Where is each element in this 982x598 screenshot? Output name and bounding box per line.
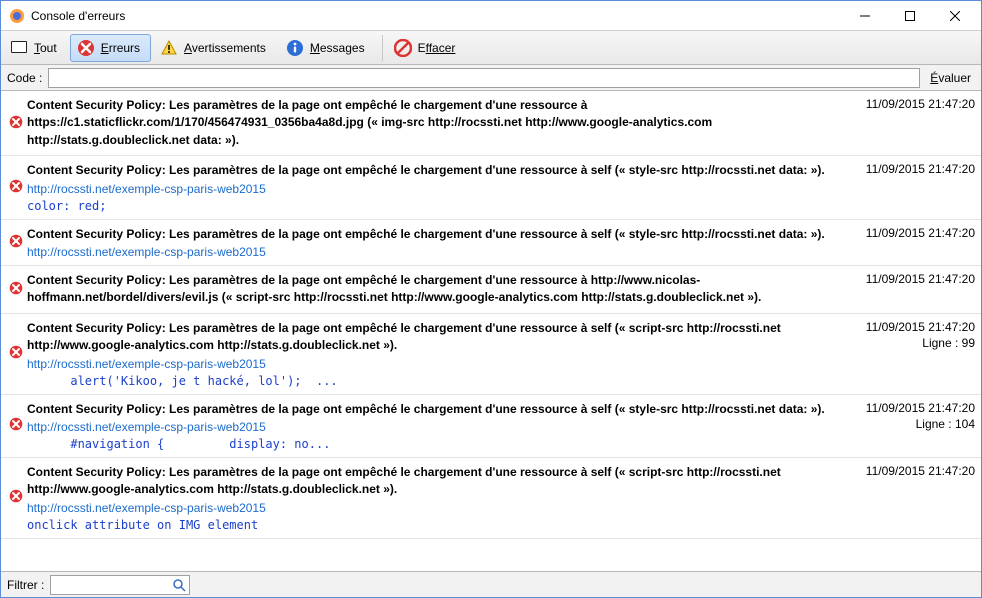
evaluate-button[interactable]: Évaluer (926, 68, 975, 88)
minimize-button[interactable] (842, 2, 887, 30)
search-icon (172, 578, 186, 592)
clear-icon (394, 39, 412, 57)
entry-gutter (5, 401, 27, 451)
entry-line: Ligne : 99 (845, 336, 975, 350)
entry-gutter (5, 272, 27, 307)
entry-body: Content Security Policy: Les paramètres … (27, 226, 845, 259)
code-label: Code : (7, 71, 42, 85)
entry-gutter (5, 464, 27, 532)
entry-body: Content Security Policy: Les paramètres … (27, 401, 845, 451)
entry-link[interactable]: http://rocssti.net/exemple-csp-paris-web… (27, 420, 845, 434)
entry-body: Content Security Policy: Les paramètres … (27, 162, 845, 212)
toolbar-separator (382, 35, 383, 61)
entry-message: Content Security Policy: Les paramètres … (27, 162, 845, 179)
terminal-icon (10, 39, 28, 57)
entry-message: Content Security Policy: Les paramètres … (27, 97, 845, 149)
entry-gutter (5, 320, 27, 388)
entry-timestamp: 11/09/2015 21:47:20 (845, 272, 975, 286)
entry-code: #navigation { display: no... (27, 437, 845, 451)
error-icon (9, 489, 23, 506)
entry-body: Content Security Policy: Les paramètres … (27, 464, 845, 532)
error-icon (9, 345, 23, 362)
error-icon (77, 39, 95, 57)
entry-link[interactable]: http://rocssti.net/exemple-csp-paris-web… (27, 357, 845, 371)
filter-input[interactable] (50, 575, 190, 595)
titlebar: Console d'erreurs (1, 1, 981, 31)
console-entries[interactable]: Content Security Policy: Les paramètres … (1, 91, 981, 571)
entry-link[interactable]: http://rocssti.net/exemple-csp-paris-web… (27, 245, 845, 259)
error-icon (9, 281, 23, 298)
entry-code: alert('Kikoo, je t hacké, lol'); ... (27, 374, 845, 388)
maximize-button[interactable] (887, 2, 932, 30)
clear-button[interactable]: Effacer (387, 34, 467, 62)
entry-message: Content Security Policy: Les paramètres … (27, 401, 845, 418)
entry-gutter (5, 226, 27, 259)
tab-warnings[interactable]: Avertissements (153, 34, 277, 62)
console-entry[interactable]: Content Security Policy: Les paramètres … (1, 220, 981, 266)
entry-body: Content Security Policy: Les paramètres … (27, 272, 845, 307)
error-icon (9, 179, 23, 196)
entry-timestamp: 11/09/2015 21:47:20 (845, 162, 975, 176)
entry-meta: 11/09/2015 21:47:20 Ligne : 99 (845, 320, 975, 388)
error-icon (9, 417, 23, 434)
tab-all[interactable]: Tout (3, 34, 68, 62)
entry-message: Content Security Policy: Les paramètres … (27, 272, 845, 307)
entry-meta: 11/09/2015 21:47:20 (845, 226, 975, 259)
window-title: Console d'erreurs (31, 9, 842, 23)
entry-message: Content Security Policy: Les paramètres … (27, 320, 845, 355)
entry-gutter (5, 97, 27, 149)
entry-body: Content Security Policy: Les paramètres … (27, 320, 845, 388)
console-entry[interactable]: Content Security Policy: Les paramètres … (1, 314, 981, 395)
entry-timestamp: 11/09/2015 21:47:20 (845, 320, 975, 334)
console-entry[interactable]: Content Security Policy: Les paramètres … (1, 395, 981, 458)
entry-timestamp: 11/09/2015 21:47:20 (845, 226, 975, 240)
code-bar: Code : Évaluer (1, 65, 981, 91)
entry-meta: 11/09/2015 21:47:20 Ligne : 104 (845, 401, 975, 451)
filter-label: Filtrer : (7, 578, 44, 592)
warning-icon (160, 39, 178, 57)
console-entry[interactable]: Content Security Policy: Les paramètres … (1, 266, 981, 314)
entry-code: color: red; (27, 199, 845, 213)
tab-errors-label: Erreurs (101, 41, 140, 55)
console-entry[interactable]: Content Security Policy: Les paramètres … (1, 458, 981, 539)
entry-message: Content Security Policy: Les paramètres … (27, 226, 845, 243)
entry-message: Content Security Policy: Les paramètres … (27, 464, 845, 499)
tab-messages-label: Messages (310, 41, 365, 55)
entry-meta: 11/09/2015 21:47:20 (845, 272, 975, 307)
error-icon (9, 234, 23, 251)
toolbar: Tout Erreurs Avertissements Messages Eff… (1, 31, 981, 65)
entry-timestamp: 11/09/2015 21:47:20 (845, 464, 975, 478)
error-icon (9, 115, 23, 132)
filter-input-wrap (50, 575, 190, 595)
window-controls (842, 2, 977, 30)
entry-timestamp: 11/09/2015 21:47:20 (845, 401, 975, 415)
console-entry[interactable]: Content Security Policy: Les paramètres … (1, 156, 981, 219)
entry-line: Ligne : 104 (845, 417, 975, 431)
entry-meta: 11/09/2015 21:47:20 (845, 97, 975, 149)
filter-bar: Filtrer : (1, 571, 981, 597)
entry-body: Content Security Policy: Les paramètres … (27, 97, 845, 149)
close-button[interactable] (932, 2, 977, 30)
entry-gutter (5, 162, 27, 212)
console-entry[interactable]: Content Security Policy: Les paramètres … (1, 91, 981, 156)
info-icon (286, 39, 304, 57)
app-icon (9, 8, 25, 24)
tab-warnings-label: Avertissements (184, 41, 266, 55)
tab-all-label: Tout (34, 41, 57, 55)
tab-errors[interactable]: Erreurs (70, 34, 151, 62)
entry-link[interactable]: http://rocssti.net/exemple-csp-paris-web… (27, 501, 845, 515)
entry-timestamp: 11/09/2015 21:47:20 (845, 97, 975, 111)
clear-label: Effacer (418, 41, 456, 55)
entry-meta: 11/09/2015 21:47:20 (845, 162, 975, 212)
tab-messages[interactable]: Messages (279, 34, 376, 62)
entry-meta: 11/09/2015 21:47:20 (845, 464, 975, 532)
entry-code: onclick attribute on IMG element (27, 518, 845, 532)
code-input[interactable] (48, 68, 920, 88)
entry-link[interactable]: http://rocssti.net/exemple-csp-paris-web… (27, 182, 845, 196)
